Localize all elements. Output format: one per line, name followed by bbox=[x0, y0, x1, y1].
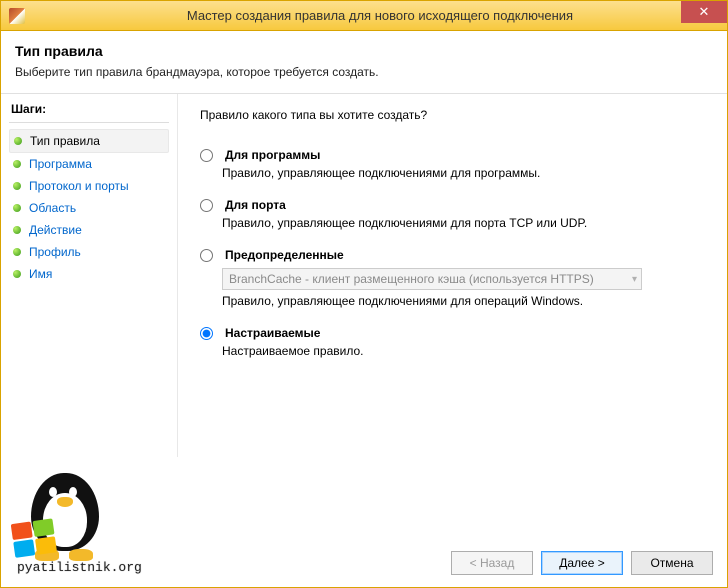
close-button[interactable]: ✕ bbox=[681, 1, 727, 23]
footer: pyatilistnik.org < Назад Далее > Отмена bbox=[1, 457, 727, 587]
chevron-down-icon: ▾ bbox=[632, 274, 637, 285]
body: Шаги: Тип правила Программа Протокол и п… bbox=[1, 94, 727, 457]
bullet-icon bbox=[13, 182, 21, 190]
step-action[interactable]: Действие bbox=[9, 219, 169, 241]
page-title: Тип правила bbox=[15, 43, 713, 59]
option-desc: Правило, управляющее подключениями для п… bbox=[222, 216, 705, 230]
step-rule-type[interactable]: Тип правила bbox=[9, 129, 169, 153]
option-port: Для порта Правило, управляющее подключен… bbox=[200, 198, 705, 230]
step-label: Программа bbox=[29, 157, 92, 171]
sidebar-title: Шаги: bbox=[9, 100, 169, 123]
radio-port[interactable] bbox=[200, 199, 213, 212]
header: Тип правила Выберите тип правила брандма… bbox=[1, 31, 727, 94]
watermark-text: pyatilistnik.org bbox=[17, 560, 142, 575]
option-predefined: Предопределенные BranchCache - клиент ра… bbox=[200, 248, 705, 308]
option-custom: Настраиваемые Настраиваемое правило. bbox=[200, 326, 705, 358]
window-title: Мастер создания правила для нового исход… bbox=[33, 8, 727, 23]
bullet-icon bbox=[13, 160, 21, 168]
question-text: Правило какого типа вы хотите создать? bbox=[200, 108, 705, 122]
option-desc: Правило, управляющее подключениями для о… bbox=[222, 294, 705, 308]
bullet-icon bbox=[14, 137, 22, 145]
radio-predefined[interactable] bbox=[200, 249, 213, 262]
close-icon: ✕ bbox=[699, 4, 710, 20]
step-label: Протокол и порты bbox=[29, 179, 129, 193]
option-label[interactable]: Предопределенные bbox=[225, 248, 344, 262]
step-label: Область bbox=[29, 201, 76, 215]
option-label[interactable]: Настраиваемые bbox=[225, 326, 320, 340]
wizard-window: Мастер создания правила для нового исход… bbox=[0, 0, 728, 588]
back-button: < Назад bbox=[451, 551, 533, 575]
step-label: Тип правила bbox=[30, 134, 100, 148]
bullet-icon bbox=[13, 204, 21, 212]
bullet-icon bbox=[13, 226, 21, 234]
watermark-logo: pyatilistnik.org bbox=[9, 465, 129, 575]
step-profile[interactable]: Профиль bbox=[9, 241, 169, 263]
option-desc: Настраиваемое правило. bbox=[222, 344, 705, 358]
cancel-button[interactable]: Отмена bbox=[631, 551, 713, 575]
next-button[interactable]: Далее > bbox=[541, 551, 623, 575]
option-desc: Правило, управляющее подключениями для п… bbox=[222, 166, 705, 180]
sidebar: Шаги: Тип правила Программа Протокол и п… bbox=[1, 94, 177, 457]
predefined-combo: BranchCache - клиент размещенного кэша (… bbox=[222, 268, 642, 290]
steps-list: Тип правила Программа Протокол и порты О… bbox=[9, 129, 169, 285]
step-name[interactable]: Имя bbox=[9, 263, 169, 285]
windows-flag-icon bbox=[11, 518, 60, 560]
option-label[interactable]: Для порта bbox=[225, 198, 286, 212]
combo-value: BranchCache - клиент размещенного кэша (… bbox=[229, 272, 594, 286]
page-subtitle: Выберите тип правила брандмауэра, которо… bbox=[15, 65, 713, 79]
option-label[interactable]: Для программы bbox=[225, 148, 320, 162]
step-scope[interactable]: Область bbox=[9, 197, 169, 219]
option-program: Для программы Правило, управляющее подкл… bbox=[200, 148, 705, 180]
main-panel: Правило какого типа вы хотите создать? Д… bbox=[177, 94, 727, 457]
wizard-buttons: < Назад Далее > Отмена bbox=[451, 551, 713, 575]
titlebar: Мастер создания правила для нового исход… bbox=[1, 1, 727, 31]
bullet-icon bbox=[13, 248, 21, 256]
app-icon bbox=[9, 8, 25, 24]
step-label: Имя bbox=[29, 267, 52, 281]
radio-custom[interactable] bbox=[200, 327, 213, 340]
bullet-icon bbox=[13, 270, 21, 278]
radio-program[interactable] bbox=[200, 149, 213, 162]
step-protocol-ports[interactable]: Протокол и порты bbox=[9, 175, 169, 197]
step-label: Действие bbox=[29, 223, 82, 237]
step-program[interactable]: Программа bbox=[9, 153, 169, 175]
step-label: Профиль bbox=[29, 245, 81, 259]
